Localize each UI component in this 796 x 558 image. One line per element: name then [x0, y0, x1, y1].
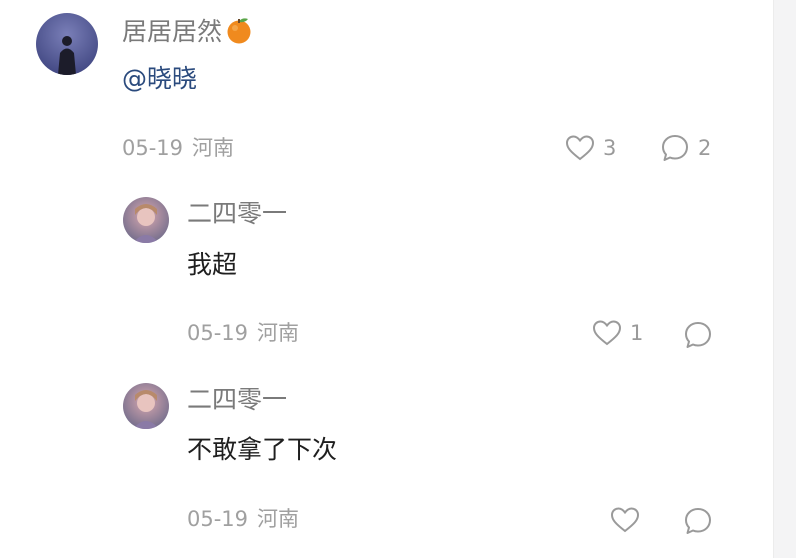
reply-location: 河南	[257, 321, 300, 345]
comment-location: 河南	[192, 136, 235, 160]
reply-avatar[interactable]	[123, 383, 169, 429]
reply-like-button[interactable]: 1	[592, 318, 643, 348]
reply-text: 不敢拿了下次	[187, 435, 338, 464]
reply-like-button[interactable]	[610, 505, 640, 535]
like-count: 3	[603, 136, 617, 160]
speech-bubble-icon	[683, 506, 713, 536]
speech-bubble-icon	[660, 133, 690, 163]
side-panel	[774, 0, 796, 558]
heart-outline-icon	[565, 134, 595, 162]
reply-avatar[interactable]	[123, 197, 169, 243]
reply-reply-button[interactable]	[683, 506, 713, 536]
reply-date: 05-19	[187, 321, 249, 345]
reply-author[interactable]: 二四零一	[187, 199, 287, 229]
reply-author[interactable]: 二四零一	[187, 385, 287, 415]
like-button[interactable]: 3	[565, 133, 616, 163]
like-count: 1	[630, 321, 644, 345]
reply-reply-button[interactable]	[683, 320, 713, 350]
comment-author[interactable]: 居居居然	[122, 15, 254, 52]
orange-fruit-icon	[224, 15, 254, 52]
mention-link[interactable]: @晓晓	[122, 64, 197, 93]
reply-meta: 05-19 河南	[187, 320, 299, 346]
reply-location: 河南	[257, 507, 300, 531]
comment-meta: 05-19 河南	[122, 135, 234, 161]
reply-button[interactable]: 2	[660, 133, 711, 163]
comment-text: @晓晓	[122, 64, 197, 94]
speech-bubble-icon	[683, 320, 713, 350]
author-name[interactable]: 居居居然	[122, 17, 222, 46]
heart-outline-icon	[592, 319, 622, 347]
avatar[interactable]	[36, 13, 98, 75]
reply-count: 2	[698, 136, 712, 160]
reply-meta: 05-19 河南	[187, 506, 299, 532]
heart-outline-icon	[610, 506, 640, 534]
comment-date: 05-19	[122, 136, 184, 160]
reply-text: 我超	[187, 250, 238, 279]
reply-date: 05-19	[187, 507, 249, 531]
comment-thread: 居居居然 @晓晓 05-19 河南 3 2 二四零一 我超 05-19 河南 1…	[0, 0, 796, 558]
